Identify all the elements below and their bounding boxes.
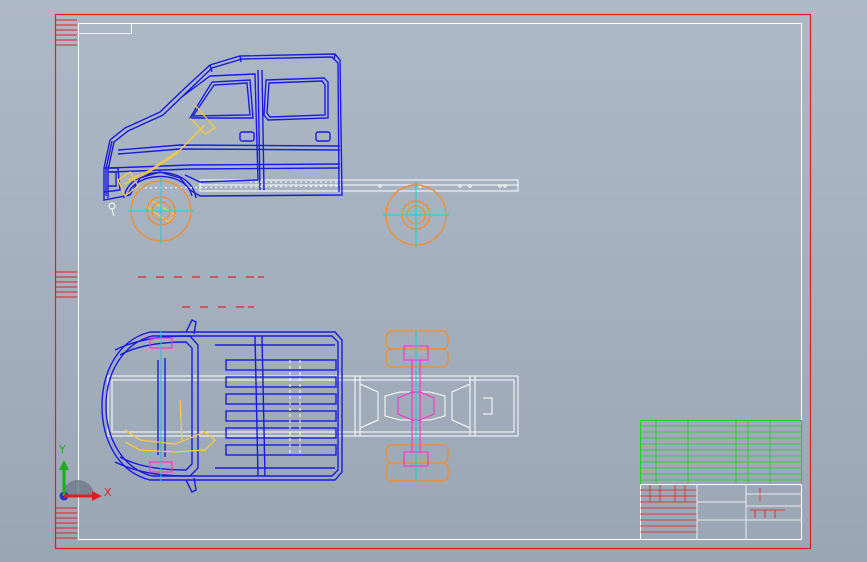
cab-body-top (101, 319, 343, 493)
left-margin-ticks-bottom (55, 507, 77, 539)
title-block-parts-list[interactable] (640, 420, 802, 485)
drawing-number-box (78, 23, 132, 34)
steering-top (124, 399, 216, 453)
top-view[interactable] (101, 319, 519, 493)
rear-wheels-top (385, 330, 449, 482)
rear-window (263, 77, 329, 121)
y-axis-label: Y (59, 443, 66, 456)
left-margin-ticks-middle (55, 271, 77, 298)
top-hidden-lines (289, 360, 301, 455)
title-block-main[interactable] (640, 484, 802, 540)
construction-dashes (138, 276, 264, 308)
side-frame-rail (199, 179, 519, 192)
axis-triad (59, 460, 102, 501)
cad-drawing-canvas[interactable] (0, 0, 867, 562)
top-frame (107, 375, 519, 437)
cab-body-side (103, 53, 343, 201)
x-axis-label: X (104, 486, 112, 499)
front-window (188, 79, 254, 119)
side-view[interactable] (103, 53, 519, 248)
left-margin-ticks-top (55, 19, 77, 46)
front-suspension-side (108, 202, 116, 217)
